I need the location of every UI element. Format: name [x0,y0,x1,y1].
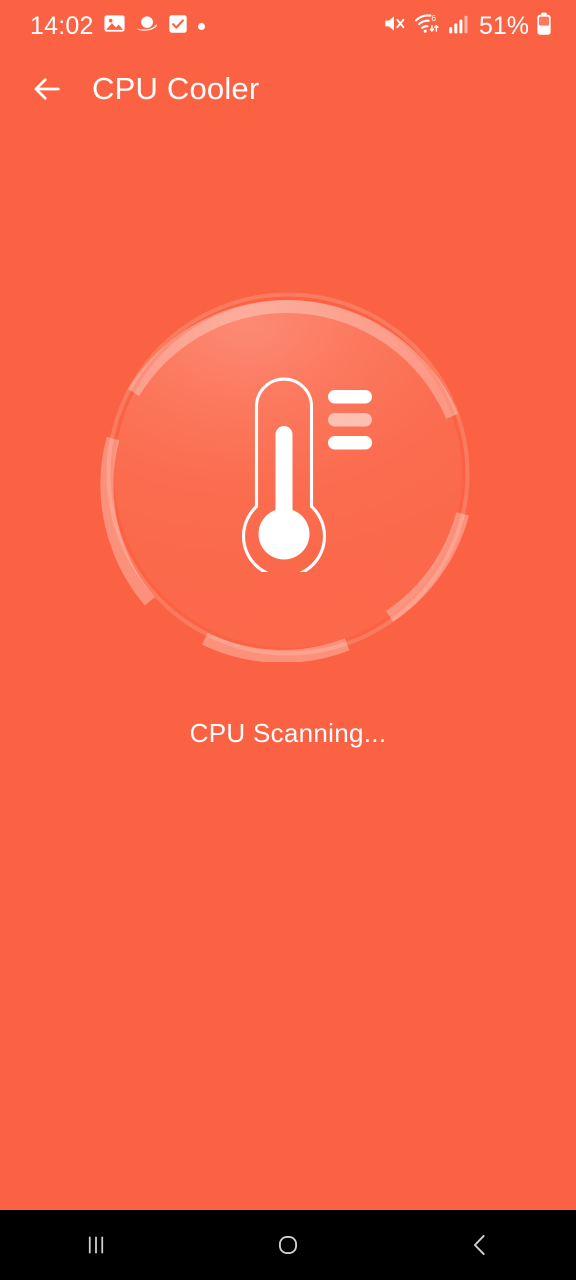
navigation-bar [0,1210,576,1280]
signal-bars-icon [448,13,470,40]
home-icon [279,1236,297,1254]
gallery-icon [103,12,126,40]
back-arrow-icon [34,78,60,100]
thermometer-tick-1 [328,390,372,404]
status-bar-right: 6 51% [382,11,552,41]
notification-dot-icon [197,22,205,30]
nav-home-button[interactable] [228,1210,348,1280]
thermometer-bulb [258,508,310,560]
scan-status-text: CPU Scanning... [189,718,387,748]
scan-area [0,286,576,662]
mute-icon [382,11,407,41]
app-screen: 14:02 6 51% CPU Cooler CPU Scanning... [0,0,576,1280]
thermometer-icon [241,377,372,572]
recents-icon [88,1236,104,1254]
status-clock: 14:02 [30,11,94,40]
app-bar: CPU Cooler [0,52,576,126]
battery-percentage-label: 51% [478,11,529,40]
page-title: CPU Cooler [92,71,260,106]
battery-icon [536,12,552,41]
nav-back-button[interactable] [420,1210,540,1280]
status-bar: 14:02 6 51% [0,0,576,52]
saturn-icon [135,12,158,40]
thermometer-tick-3 [328,436,372,450]
scan-circle [100,286,476,662]
status-bar-left: 14:02 [30,12,205,40]
wifi-generation-label: 6 [431,13,436,23]
checkbox-icon [167,13,189,40]
wifi-icon: 6 [414,11,441,41]
nav-recents-button[interactable] [36,1210,156,1280]
back-arrow-button[interactable] [20,62,74,116]
back-icon [473,1234,485,1256]
thermometer-tick-2 [328,413,372,427]
